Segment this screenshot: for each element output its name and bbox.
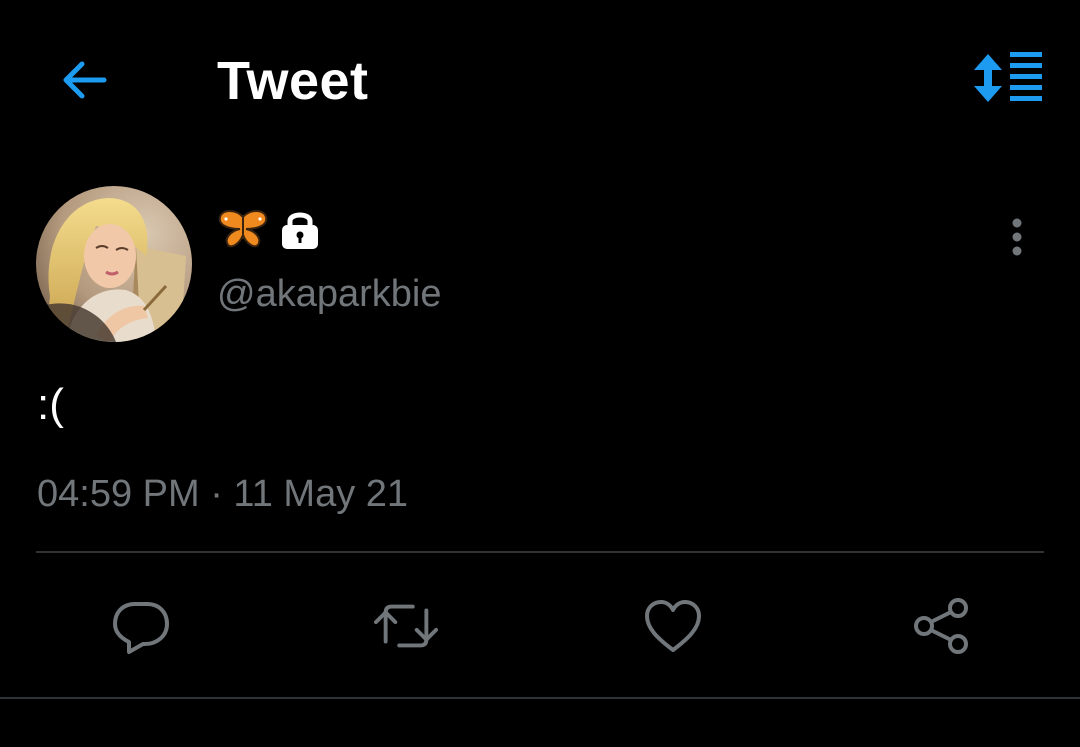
back-button[interactable] — [56, 52, 112, 108]
retweet-icon — [374, 604, 438, 648]
arrow-left-icon — [63, 61, 107, 99]
butterfly-icon — [218, 210, 268, 248]
bottom-divider — [0, 697, 1080, 699]
lock-icon — [282, 212, 318, 249]
tweet-timestamp[interactable]: 04:59 PM · 11 May 21 — [37, 472, 408, 516]
more-vertical-icon — [1012, 218, 1022, 256]
sort-replies-icon — [974, 52, 1042, 102]
avatar[interactable] — [36, 186, 192, 342]
sort-replies-button[interactable] — [966, 46, 1050, 110]
avatar-image — [36, 186, 192, 342]
like-button[interactable] — [641, 594, 705, 658]
share-button[interactable] — [908, 594, 972, 658]
tweet-text: :( — [37, 380, 64, 429]
top-app-bar: Tweet — [0, 0, 1080, 160]
share-icon — [914, 598, 968, 654]
user-handle[interactable]: @akaparkbie — [217, 272, 441, 316]
reply-button[interactable] — [109, 594, 173, 658]
reply-icon — [113, 602, 169, 654]
divider — [36, 551, 1044, 553]
display-name[interactable]: 🦋 — [218, 204, 322, 254]
heart-icon — [645, 600, 701, 652]
retweet-button[interactable] — [374, 594, 438, 658]
more-options-button[interactable] — [992, 212, 1042, 262]
page-title: Tweet — [217, 51, 369, 111]
